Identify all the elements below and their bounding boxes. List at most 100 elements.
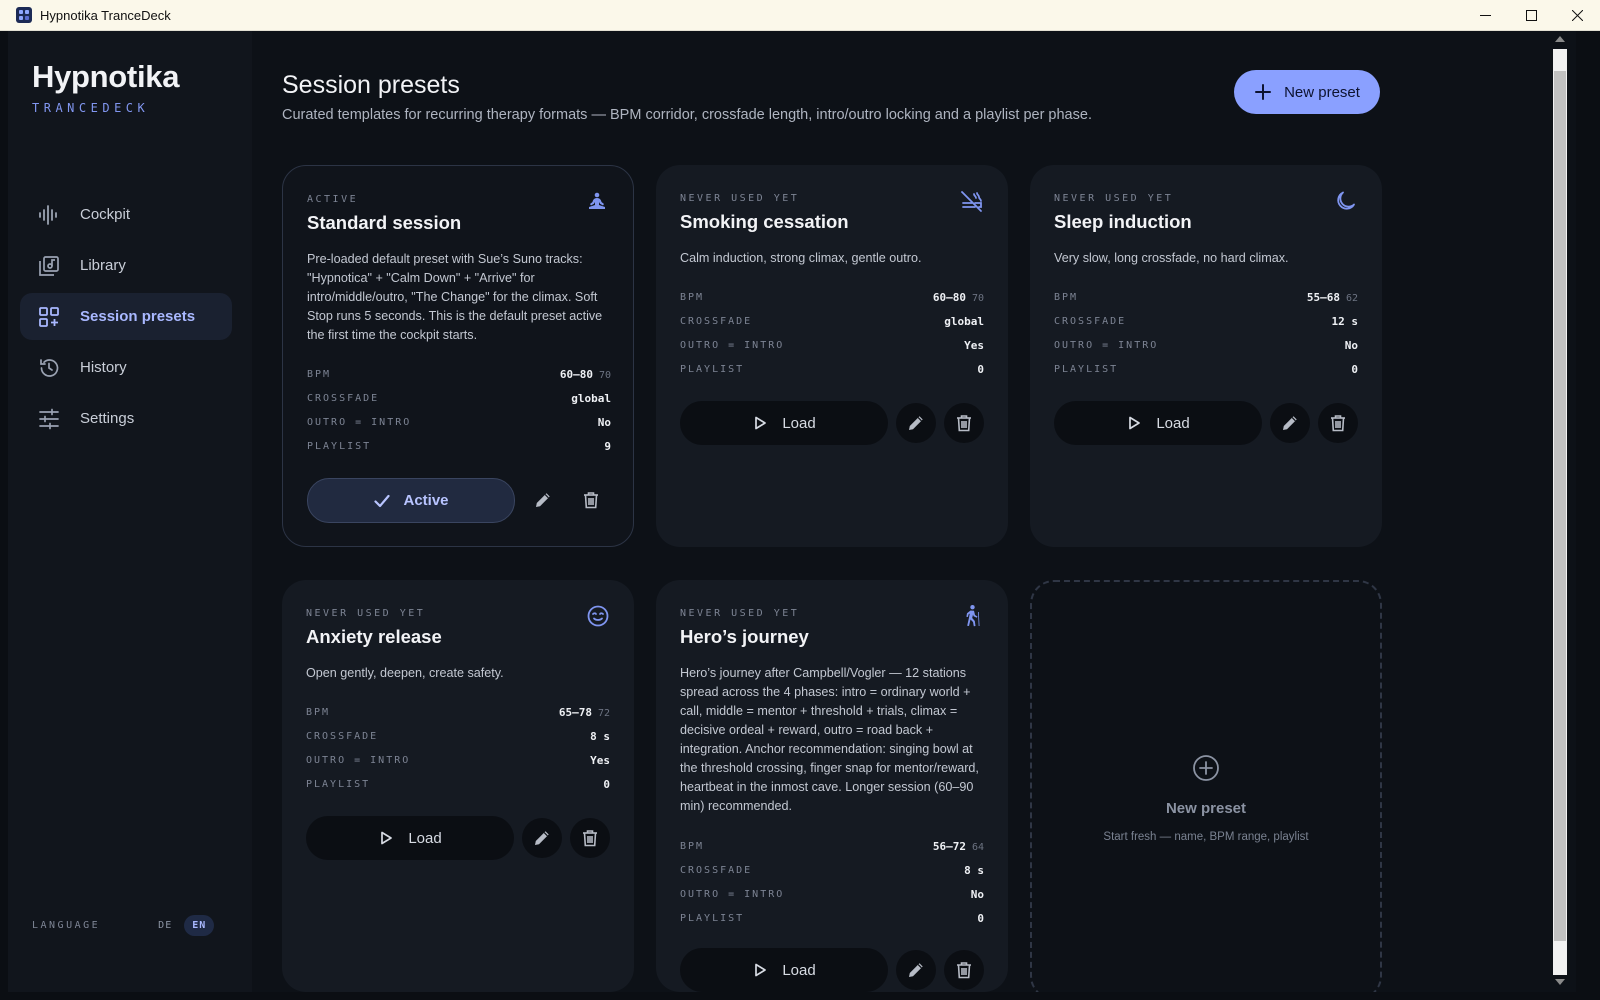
- new-preset-card-title: New preset: [1165, 800, 1247, 817]
- stat-playlist: PLAYLIST 0: [680, 357, 984, 381]
- edit-button[interactable]: [523, 480, 563, 520]
- page-subtitle: Curated templates for recurring therapy …: [282, 107, 1092, 123]
- sidebar-item-label: Library: [80, 257, 126, 274]
- active-button[interactable]: Active: [307, 478, 515, 523]
- close-button[interactable]: [1554, 0, 1600, 31]
- stat-playlist: PLAYLIST 9: [307, 434, 611, 458]
- preset-card-heros-journey: NEVER USED YET Hero’s journey Hero’s jou…: [656, 580, 1008, 992]
- delete-button[interactable]: [571, 480, 611, 520]
- play-icon: [755, 963, 767, 977]
- stat-value: 8 s: [590, 729, 610, 743]
- preset-status: NEVER USED YET: [680, 193, 800, 204]
- scroll-down-icon[interactable]: [1555, 979, 1565, 985]
- library-icon: [37, 254, 61, 278]
- edit-button[interactable]: [1270, 403, 1310, 443]
- new-preset-card[interactable]: New preset Start fresh — name, BPM range…: [1030, 580, 1382, 992]
- history-icon: [37, 356, 61, 380]
- stat-playlist: PLAYLIST 0: [1054, 357, 1358, 381]
- language-label: LANGUAGE: [32, 920, 101, 931]
- stat-outro: OUTRO = INTRO No: [680, 882, 984, 906]
- stat-bpm: BPM 65–78 72: [306, 700, 610, 724]
- brand-name: Hypnotika: [32, 59, 180, 94]
- stat-value: global: [944, 314, 984, 328]
- new-preset-button[interactable]: New preset: [1234, 70, 1380, 114]
- trash-icon: [584, 492, 598, 509]
- language-switcher: LANGUAGE DE EN: [32, 915, 224, 936]
- load-button[interactable]: Load: [1054, 401, 1262, 445]
- stat-label: BPM: [680, 840, 705, 852]
- sidebar-item-session-presets[interactable]: Session presets: [20, 293, 232, 340]
- stat-label: CROSSFADE: [306, 730, 379, 742]
- sidebar-item-library[interactable]: Library: [20, 242, 232, 289]
- trash-icon: [583, 830, 597, 847]
- preset-actions: Load: [680, 948, 984, 992]
- preset-name: Smoking cessation: [680, 211, 849, 232]
- stat-label: CROSSFADE: [1054, 315, 1127, 327]
- stat-label: OUTRO = INTRO: [306, 754, 411, 766]
- preset-stats: BPM 60–80 70 CROSSFADE global OUTRO = INTRO…: [680, 285, 984, 381]
- stat-outro: OUTRO = INTRO Yes: [680, 333, 984, 357]
- stat-crossfade: CROSSFADE global: [680, 309, 984, 333]
- delete-button[interactable]: [570, 818, 610, 858]
- new-preset-label: New preset: [1284, 83, 1360, 101]
- bpm-target: 62: [1345, 292, 1358, 304]
- maximize-button[interactable]: [1508, 0, 1554, 31]
- delete-button[interactable]: [944, 950, 984, 990]
- meditation-icon: [583, 188, 611, 216]
- stat-playlist: PLAYLIST 0: [306, 772, 610, 796]
- app-frame: Hypnotika TRANCEDECK Cockpit Library Ses…: [8, 31, 1576, 992]
- load-button[interactable]: Load: [680, 948, 888, 992]
- load-button[interactable]: Load: [680, 401, 888, 445]
- sidebar-item-history[interactable]: History: [20, 344, 232, 391]
- preset-name: Anxiety release: [306, 626, 442, 647]
- stat-value: 56–72: [932, 839, 966, 853]
- stat-value: 65–78: [558, 705, 592, 719]
- preset-status: NEVER USED YET: [1054, 193, 1174, 204]
- sidebar-item-settings[interactable]: Settings: [20, 395, 232, 442]
- stat-crossfade: CROSSFADE 8 s: [306, 724, 610, 748]
- stat-label: OUTRO = INTRO: [680, 339, 785, 351]
- preset-stats: BPM 56–72 64 CROSSFADE 8 s OUTRO = INTRO No …: [680, 834, 984, 930]
- delete-button[interactable]: [944, 403, 984, 443]
- stat-value: Yes: [964, 338, 984, 352]
- load-label: Load: [782, 414, 816, 432]
- sidebar-item-label: Cockpit: [80, 206, 131, 223]
- language-option-de[interactable]: DE: [150, 915, 180, 936]
- bpm-target: 64: [971, 841, 984, 853]
- moon-icon: [1332, 187, 1360, 215]
- sidebar-item-cockpit[interactable]: Cockpit: [20, 191, 232, 238]
- scroll-up-icon[interactable]: [1555, 36, 1565, 42]
- preset-stats: BPM 55–68 62 CROSSFADE 12 s OUTRO = INTRO No…: [1054, 285, 1358, 381]
- page-title: Session presets: [282, 71, 460, 99]
- preset-stats: BPM 65–78 72 CROSSFADE 8 s OUTRO = INTRO Yes…: [306, 700, 610, 796]
- stat-label: OUTRO = INTRO: [680, 888, 785, 900]
- preset-description: Open gently, deepen, create safety.: [306, 666, 504, 680]
- preset-description: Hero’s journey after Campbell/Vogler — 1…: [680, 666, 979, 813]
- language-option-en[interactable]: EN: [184, 915, 215, 936]
- load-label: Load: [1156, 414, 1190, 432]
- stat-value: 60–80: [559, 367, 593, 381]
- stat-value: 12 s: [1331, 314, 1359, 328]
- stat-value: 55–68: [1306, 290, 1340, 304]
- preset-stats: BPM 60–80 70 CROSSFADE global OUTRO = INTRO…: [307, 362, 611, 458]
- edit-button[interactable]: [896, 403, 936, 443]
- hiker-icon: [958, 602, 986, 630]
- load-button[interactable]: Load: [306, 816, 514, 860]
- stat-label: BPM: [306, 706, 331, 718]
- stat-label: CROSSFADE: [680, 315, 753, 327]
- edit-button[interactable]: [896, 950, 936, 990]
- stat-label: BPM: [680, 291, 705, 303]
- edit-button[interactable]: [522, 818, 562, 858]
- stat-label: OUTRO = INTRO: [1054, 339, 1159, 351]
- scrollbar-thumb[interactable]: [1554, 71, 1566, 941]
- delete-button[interactable]: [1318, 403, 1358, 443]
- new-preset-card-subtitle: Start fresh — name, BPM range, playlist: [1103, 831, 1309, 843]
- vertical-scrollbar[interactable]: [1544, 31, 1576, 992]
- bpm-target: 70: [971, 292, 984, 304]
- pencil-icon: [909, 963, 923, 977]
- preset-description: Calm induction, strong climax, gentle ou…: [680, 251, 922, 265]
- maximize-icon: [1525, 10, 1537, 21]
- minimize-button[interactable]: [1462, 0, 1508, 31]
- load-label: Load: [782, 961, 816, 979]
- sidebar-item-label: Settings: [80, 410, 135, 427]
